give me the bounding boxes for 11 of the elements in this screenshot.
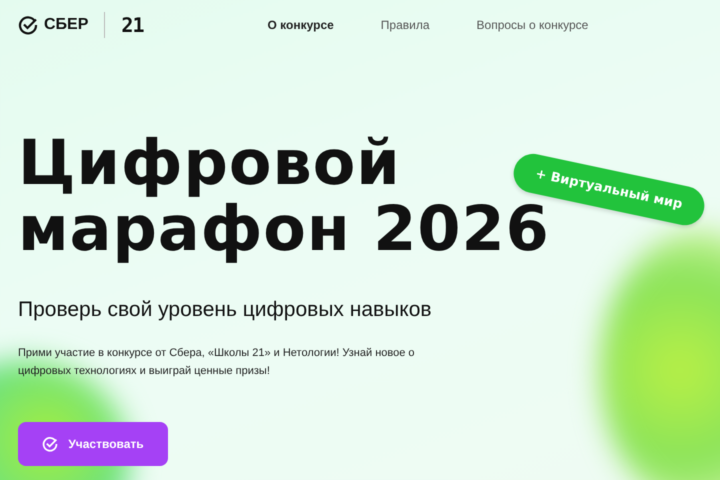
nav-link[interactable]: Вопросы о конкурсе	[476, 18, 588, 32]
participate-button[interactable]: Участвовать	[18, 422, 168, 466]
nav-link[interactable]: Правила	[380, 18, 430, 32]
logo-text: 21	[121, 13, 144, 37]
check-circle-icon	[42, 436, 58, 452]
description-text: Прими участие в конкурсе от Сбера, «Школы 21» и Нетологии! Узнай новое о цифровых технологиях и выиграй ценные призы!	[18, 346, 416, 379]
nav-link[interactable]: О конкурсе	[268, 18, 334, 32]
subtitle: Проверь свой уровень цифровых навыков	[18, 298, 433, 322]
hero-title: Цифровой	[18, 130, 401, 196]
logo-text: СБЕР	[44, 16, 88, 34]
check-circle-icon	[18, 15, 38, 35]
